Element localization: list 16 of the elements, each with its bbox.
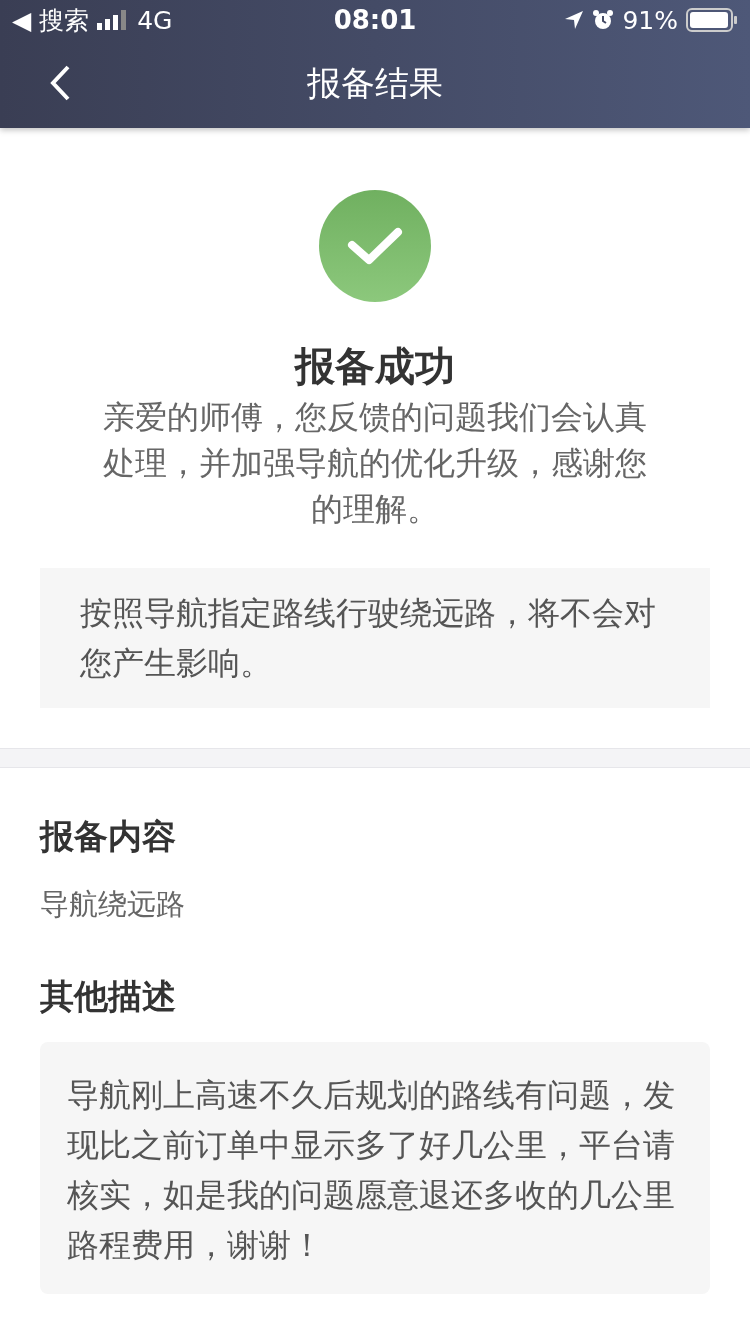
- result-message: 亲爱的师傅，您反馈的问题我们会认真处理，并加强导航的优化升级，感谢您的理解。: [102, 397, 648, 530]
- network-type: 4G: [137, 5, 173, 35]
- battery-icon: [686, 8, 738, 32]
- notice-box: 按照导航指定路线行驶绕远路，将不会对您产生影响。: [40, 568, 710, 708]
- result-title: 报备成功: [295, 342, 455, 391]
- page-title: 报备结果: [307, 62, 443, 105]
- section-value: 导航绕远路: [40, 886, 186, 923]
- description-box: 导航刚上高速不久后规划的路线有问题，发现比之前订单中显示多了好几公里，平台请核实，如是我的问题愿意退还多收的几公里路程费用，谢谢！: [40, 1042, 710, 1294]
- section-heading: 其他描述: [40, 975, 177, 1018]
- location-arrow-icon: [564, 10, 585, 30]
- alarm-clock-icon: [592, 9, 615, 31]
- success-check-icon: [319, 190, 431, 302]
- back-to-app-link[interactable]: ◀ 搜索: [12, 3, 90, 37]
- clock-time: 08:01: [333, 5, 417, 35]
- battery-percent: 91%: [622, 5, 678, 35]
- section-heading: 报备内容: [40, 815, 177, 858]
